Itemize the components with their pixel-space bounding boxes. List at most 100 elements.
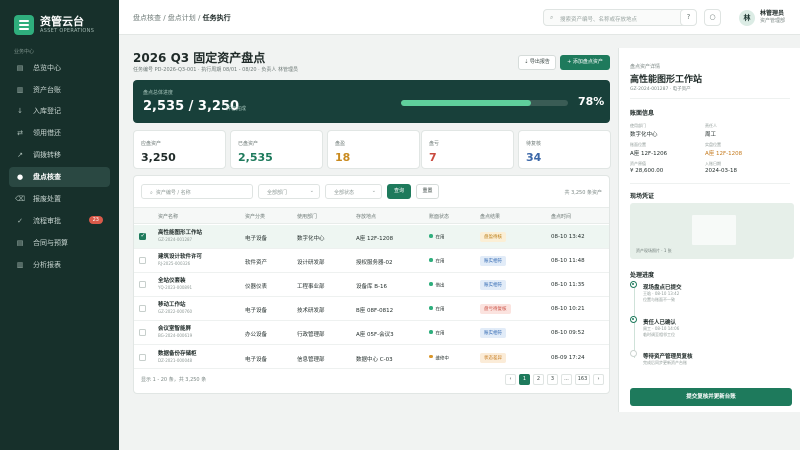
asset-name[interactable]: 全站仪套装 [158,278,192,285]
stat-card: 已盘资产 2,535 [230,130,323,169]
asset-code: DZ-2021-000048 [158,357,193,363]
asset-dept: 信息管理部 [297,356,325,363]
page-button-last[interactable]: 163 [575,374,590,385]
table-row[interactable]: 全站仪套装 YQ-2023-000891 仪器仪表 工程事业部 设备库 B-16 借出 账实… [134,273,609,297]
check-time: 08-10 11:48 [551,258,585,265]
asset-dept: 行政管理部 [297,332,325,339]
row-checkbox[interactable] [139,353,146,361]
asset-code: BG-2024-000619 [158,333,193,339]
asset-name[interactable]: 移动工作站 [158,302,192,309]
col-header[interactable]: 使用部门 [297,213,317,220]
section-photo-title: 现场凭证 [630,193,655,200]
pagination-info: 显示 1 - 20 条，共 3,250 条 [141,377,207,383]
stat-label: 待复核 [526,141,542,147]
table-row[interactable]: 数据备份存储柜 DZ-2021-000048 电子设备 信息管理部 数据中心 C-03 维… [134,346,609,370]
sidebar-item-label: 入库登记 [33,107,61,116]
photo-thumbnail [692,215,736,245]
field-label: 实盘位置 [705,142,721,147]
status-dot-icon [429,258,433,262]
app-name: 资管云台 [40,14,84,28]
asset-name[interactable]: 会议室智能屏 [158,326,192,333]
search-input[interactable]: ⌕ 搜索资产编号、名称或存放地点 [543,9,692,26]
progress-unit: 件已完成 [226,106,247,112]
field-value: 周工 [705,132,717,138]
asset-name[interactable]: 高性能图形工作站 [158,230,202,237]
col-header[interactable]: 资产分类 [245,213,265,220]
row-checkbox[interactable] [139,232,146,240]
prev-page-button[interactable]: ‹ [505,374,516,385]
asset-search-field[interactable]: ⌕ 资产编号 / 名称 [141,184,253,199]
book-status-text: 在用 [435,307,445,313]
status-select[interactable]: 全部状态 ⌄ [325,184,382,199]
status-dot-icon [429,330,433,334]
breadcrumb-current: 任务执行 [202,14,231,22]
col-header[interactable]: 账面状态 [429,213,449,220]
query-button[interactable]: 查询 [387,184,411,199]
section-archive-title: 账面信息 [630,110,655,117]
row-checkbox[interactable] [139,281,146,289]
col-header[interactable]: 盘点时间 [551,213,571,220]
asset-category: 电子设备 [245,308,268,315]
page-button-2[interactable]: 2 [533,374,544,385]
evidence-photo[interactable]: 资产现场照片 · 1 张 [630,203,794,259]
chevron-down-icon: ⌄ [309,188,314,194]
user-role: 资产管理部 [760,18,786,24]
nav-icon: ↗ [17,151,23,160]
timeline-line [633,288,635,358]
reset-button[interactable]: 重置 [416,184,439,199]
check-time: 08-09 17:24 [551,354,585,361]
submit-review-button[interactable]: 提交复核并更新台账 [630,388,792,406]
pending-count-badge: 23 [88,216,103,225]
sidebar-item-3[interactable]: ↓ 入库登记 [9,102,110,121]
field-label: 入账日期 [705,161,721,166]
table-row[interactable]: 会议室智能屏 BG-2024-000619 办公设备 行政管理部 A座 05F-会议3 在… [134,321,609,345]
step-title: 责任人已确认 [643,320,677,326]
table-row[interactable]: 高性能图形工作站GZ-2024-001287 电子设备 数字化中心 A座 12F-12… [134,225,609,249]
asset-dept: 技术研发部 [297,308,325,315]
col-header[interactable]: 盘点结果 [480,213,500,220]
sidebar-item-7[interactable]: ⌫ 报废处置 [9,189,110,208]
sidebar-item-8[interactable]: ✓ 流程审批 23 [9,211,110,230]
sidebar-item-4[interactable]: ⇄ 领用借还 [9,124,110,143]
row-checkbox[interactable] [139,329,146,337]
export-report-button[interactable]: ⇣ 导出报告 [518,55,556,70]
asset-location: 设备库 B-16 [356,284,388,291]
breadcrumb-path[interactable]: 盘点核查 / 盘点计划 / [133,14,203,22]
table-row[interactable]: 移动工作站 GZ-2022-000760 电子设备 技术研发部 B座 08F-0812 在… [134,297,609,321]
check-time: 08-10 09:52 [551,330,585,337]
check-time: 08-10 10:21 [551,306,585,313]
progress-label: 盘点总体进度 [143,90,174,96]
breadcrumb: 盘点核查 / 盘点计划 / 任务执行 [133,13,231,23]
user-name: 林管理员 [760,10,785,17]
page-button-1[interactable]: 1 [519,374,530,385]
sidebar-item-9[interactable]: ▤ 合同与预算 [9,233,110,252]
sidebar-item-1[interactable]: ▤ 总览中心 [9,58,110,77]
next-page-button[interactable]: › [593,374,604,385]
row-checkbox[interactable] [139,257,146,265]
sidebar-item-6[interactable]: ● 盘点核查 [9,167,110,187]
sidebar-item-10[interactable]: ▥ 分析报表 [9,255,110,274]
stat-value: 34 [526,151,542,164]
asset-name[interactable]: 建筑设计软件许可 [158,254,202,261]
dept-select[interactable]: 全部部门 ⌄ [258,184,320,199]
page-button-3[interactable]: 3 [547,374,558,385]
user-menu[interactable]: 林管理员 资产管理部 [760,10,785,25]
status-dot-icon [429,354,433,358]
sidebar-item-2[interactable]: ▥ 资产台账 [9,80,110,99]
panel-kicker: 盘点资产详情 [630,64,661,70]
asset-table-card: ⌕ 资产编号 / 名称 全部部门 ⌄ 全部状态 ⌄ 查询 重置 共 3,250 条资产… [133,175,610,394]
sidebar-item-5[interactable]: ↗ 调拨转移 [9,146,110,165]
col-header[interactable]: 资产名称 [158,213,178,220]
app-logo[interactable]: 资管云台 ASSET OPERATIONS [0,0,119,40]
stat-card: 应盘资产 3,250 [133,130,226,169]
row-checkbox[interactable] [139,305,146,313]
col-header[interactable]: 存放地点 [356,213,376,220]
notification-button[interactable]: ○ [704,9,721,26]
asset-name[interactable]: 数据备份存储柜 [158,351,197,358]
help-button[interactable]: ? [680,9,697,26]
asset-detail-panel: 盘点资产详情 高性能图形工作站 GZ-2024-001287 · 电子资产 账面… [618,48,800,412]
table-row[interactable]: 建筑设计软件许可 RJ-2025-000326 软件资产 设计研发部 授权服务器-02 在… [134,249,609,273]
add-asset-button[interactable]: + 添加盘点资产 [560,55,610,70]
field-label: 资产原值 [630,161,646,166]
avatar[interactable]: 林 [739,10,755,26]
